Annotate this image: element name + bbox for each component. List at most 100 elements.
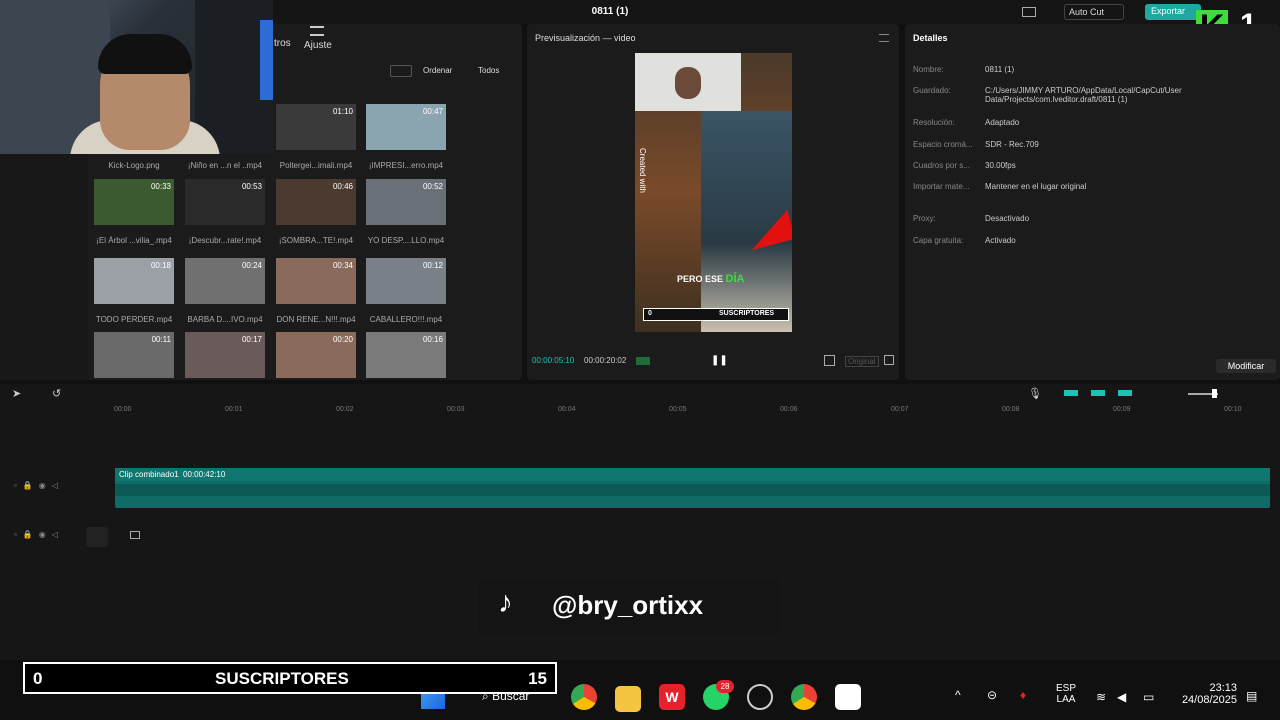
edit-cover-icon[interactable] bbox=[86, 527, 108, 547]
person-hair bbox=[98, 34, 192, 74]
cover-icon[interactable] bbox=[130, 531, 140, 539]
notification-icon[interactable]: ▤ bbox=[1246, 689, 1257, 703]
export-button[interactable]: Exportar bbox=[1145, 4, 1201, 20]
media-thumbnail[interactable]: 00:47 bbox=[366, 104, 446, 150]
ruler-tick: 00:01 bbox=[225, 406, 243, 413]
battery-icon[interactable]: ▭ bbox=[1143, 690, 1154, 704]
media-thumbnail[interactable]: 00:53 bbox=[185, 179, 265, 225]
detail-label: Importar mate... bbox=[913, 182, 970, 191]
thumbnail-label: Poltergei...imali.mp4 bbox=[279, 161, 353, 170]
volume-icon[interactable]: ◀ bbox=[1117, 690, 1126, 704]
ruler-tick: 00:04 bbox=[558, 406, 576, 413]
autocut-button[interactable]: Auto Cut bbox=[1064, 4, 1124, 20]
link-icon[interactable] bbox=[1064, 390, 1078, 396]
ruler-tick: 00:02 bbox=[336, 406, 354, 413]
layout-icon[interactable] bbox=[1022, 7, 1036, 17]
file-explorer-icon[interactable] bbox=[615, 686, 641, 712]
sync-icon[interactable]: ⊝ bbox=[987, 688, 997, 702]
fullscreen-icon[interactable] bbox=[884, 355, 894, 365]
media-thumbnail[interactable]: 01:10 bbox=[276, 104, 356, 150]
thumbnail-duration: 00:18 bbox=[150, 261, 171, 270]
project-title: 0811 (1) bbox=[591, 6, 629, 17]
subs-current: 0 bbox=[33, 669, 43, 688]
ruler-tick: 00:09 bbox=[1113, 406, 1131, 413]
mini-subs-bar: 0 SUSCRIPTORES bbox=[643, 308, 789, 321]
media-thumbnail[interactable]: 00:46 bbox=[276, 179, 356, 225]
microphone-tray-icon[interactable]: ♦ bbox=[1020, 688, 1026, 702]
zoom-slider-handle[interactable] bbox=[1212, 389, 1217, 398]
media-thumbnail[interactable]: 00:34 bbox=[276, 258, 356, 304]
capcut-icon[interactable] bbox=[835, 684, 861, 710]
media-thumbnail[interactable]: 00:12 bbox=[366, 258, 446, 304]
thumbnail-duration: 00:16 bbox=[422, 335, 443, 344]
chrome-icon[interactable] bbox=[571, 684, 597, 710]
detail-label: Nombre: bbox=[913, 65, 944, 74]
chrome-icon-2[interactable] bbox=[791, 684, 817, 710]
fit-icon[interactable] bbox=[824, 355, 835, 366]
track-controls-2[interactable]: ▫🔒◉◁ bbox=[14, 530, 64, 539]
thumbnail-duration: 00:12 bbox=[422, 261, 443, 270]
clip-band bbox=[115, 484, 1270, 496]
media-thumbnail[interactable]: 00:18 bbox=[94, 258, 174, 304]
thumbnail-label: ¡IMPRESI...erro.mp4 bbox=[368, 161, 444, 170]
detail-value: C:/Users/JIMMY ARTURO/AppData/Local/CapC… bbox=[985, 86, 1182, 104]
thumbnail-duration: 00:47 bbox=[422, 107, 443, 116]
toolbar-item-adjust[interactable]: Ajuste bbox=[304, 40, 332, 51]
language-indicator[interactable]: ESP LAA bbox=[1055, 683, 1077, 705]
media-thumbnail[interactable]: 00:17 bbox=[185, 332, 265, 378]
thumbnail-duration: 00:53 bbox=[241, 182, 262, 191]
media-thumbnail[interactable]: 00:11 bbox=[94, 332, 174, 378]
obs-icon[interactable] bbox=[747, 684, 773, 710]
thumbnail-label: DON RENE...N!!!.mp4 bbox=[276, 315, 356, 324]
menu-icon[interactable] bbox=[879, 34, 889, 42]
wifi-icon[interactable]: ≋ bbox=[1096, 690, 1106, 704]
webcam-inset bbox=[635, 53, 741, 111]
chevron-up-icon[interactable]: ^ bbox=[955, 688, 961, 702]
modify-button[interactable]: Modificar bbox=[1216, 359, 1276, 373]
details-panel: Detalles Nombre: 0811 (1) Guardado: C:/User… bbox=[905, 24, 1280, 380]
subs-goal: 15 bbox=[528, 669, 547, 688]
thumbnail-label: Kick-Logo.png bbox=[108, 161, 160, 170]
view-mode-icon[interactable] bbox=[390, 65, 412, 77]
detail-label: Capa gratuita: bbox=[913, 236, 964, 245]
media-thumbnail[interactable]: 00:20 bbox=[276, 332, 356, 378]
toolbar-item-filters[interactable]: tros bbox=[274, 38, 291, 49]
watermark-text: Created with bbox=[638, 148, 647, 193]
subscriber-counter-overlay: 0 SUSCRIPTORES 15 bbox=[23, 662, 557, 694]
detail-label: Proxy: bbox=[913, 214, 936, 223]
clock[interactable]: 23:13 24/08/2025 bbox=[1172, 682, 1237, 706]
thumbnail-duration: 00:24 bbox=[241, 261, 262, 270]
sort-button[interactable]: Ordenar bbox=[423, 66, 452, 75]
thumbnail-label: ¡Descubr...rate!.mp4 bbox=[188, 236, 262, 245]
filter-button[interactable]: Todos bbox=[478, 66, 499, 75]
pause-icon[interactable]: ❚❚ bbox=[711, 355, 728, 366]
preview-axis-icon[interactable] bbox=[1118, 390, 1132, 396]
wps-icon[interactable]: W bbox=[659, 684, 685, 710]
preview-header: Previsualización — video bbox=[535, 33, 636, 43]
detail-value: Adaptado bbox=[985, 118, 1020, 127]
timeline-clip[interactable]: Clip combinado1 00:00:42:10 bbox=[115, 468, 1270, 508]
preview-video-frame: PERO ESE DÍA 0 SUSCRIPTORES Created with bbox=[635, 53, 792, 332]
detail-label: Cuadros por s... bbox=[913, 161, 970, 170]
magnet-icon[interactable] bbox=[1091, 390, 1105, 396]
media-thumbnail[interactable]: 00:16 bbox=[366, 332, 446, 378]
undo-icon[interactable]: ↺ bbox=[52, 387, 61, 400]
clip-header: Clip combinado1 00:00:42:10 bbox=[115, 468, 1270, 481]
media-thumbnail[interactable]: 00:24 bbox=[185, 258, 265, 304]
microphone-icon[interactable]: 🎙 bbox=[1028, 387, 1042, 400]
track-controls[interactable]: ▫🔒◉◁ bbox=[14, 481, 64, 490]
adjust-icon[interactable] bbox=[310, 26, 324, 36]
original-ratio-button[interactable]: Original bbox=[845, 356, 879, 367]
detail-label: Espacio cromá... bbox=[913, 140, 973, 149]
thumbnail-label: TODO PERDER.mp4 bbox=[95, 315, 173, 324]
thumbnail-duration: 00:17 bbox=[241, 335, 262, 344]
media-thumbnail[interactable]: 00:52 bbox=[366, 179, 446, 225]
select-tool-icon[interactable]: ➤ bbox=[12, 387, 21, 400]
media-thumbnail[interactable]: 00:33 bbox=[94, 179, 174, 225]
whatsapp-badge: 28 bbox=[716, 680, 734, 693]
tiktok-icon: ♪ bbox=[498, 586, 513, 619]
total-time: 00:00:20:02 bbox=[584, 356, 627, 365]
ruler-tick: 00:05 bbox=[669, 406, 687, 413]
detail-label: Guardado: bbox=[913, 86, 951, 95]
webcam-overlay bbox=[0, 0, 273, 154]
